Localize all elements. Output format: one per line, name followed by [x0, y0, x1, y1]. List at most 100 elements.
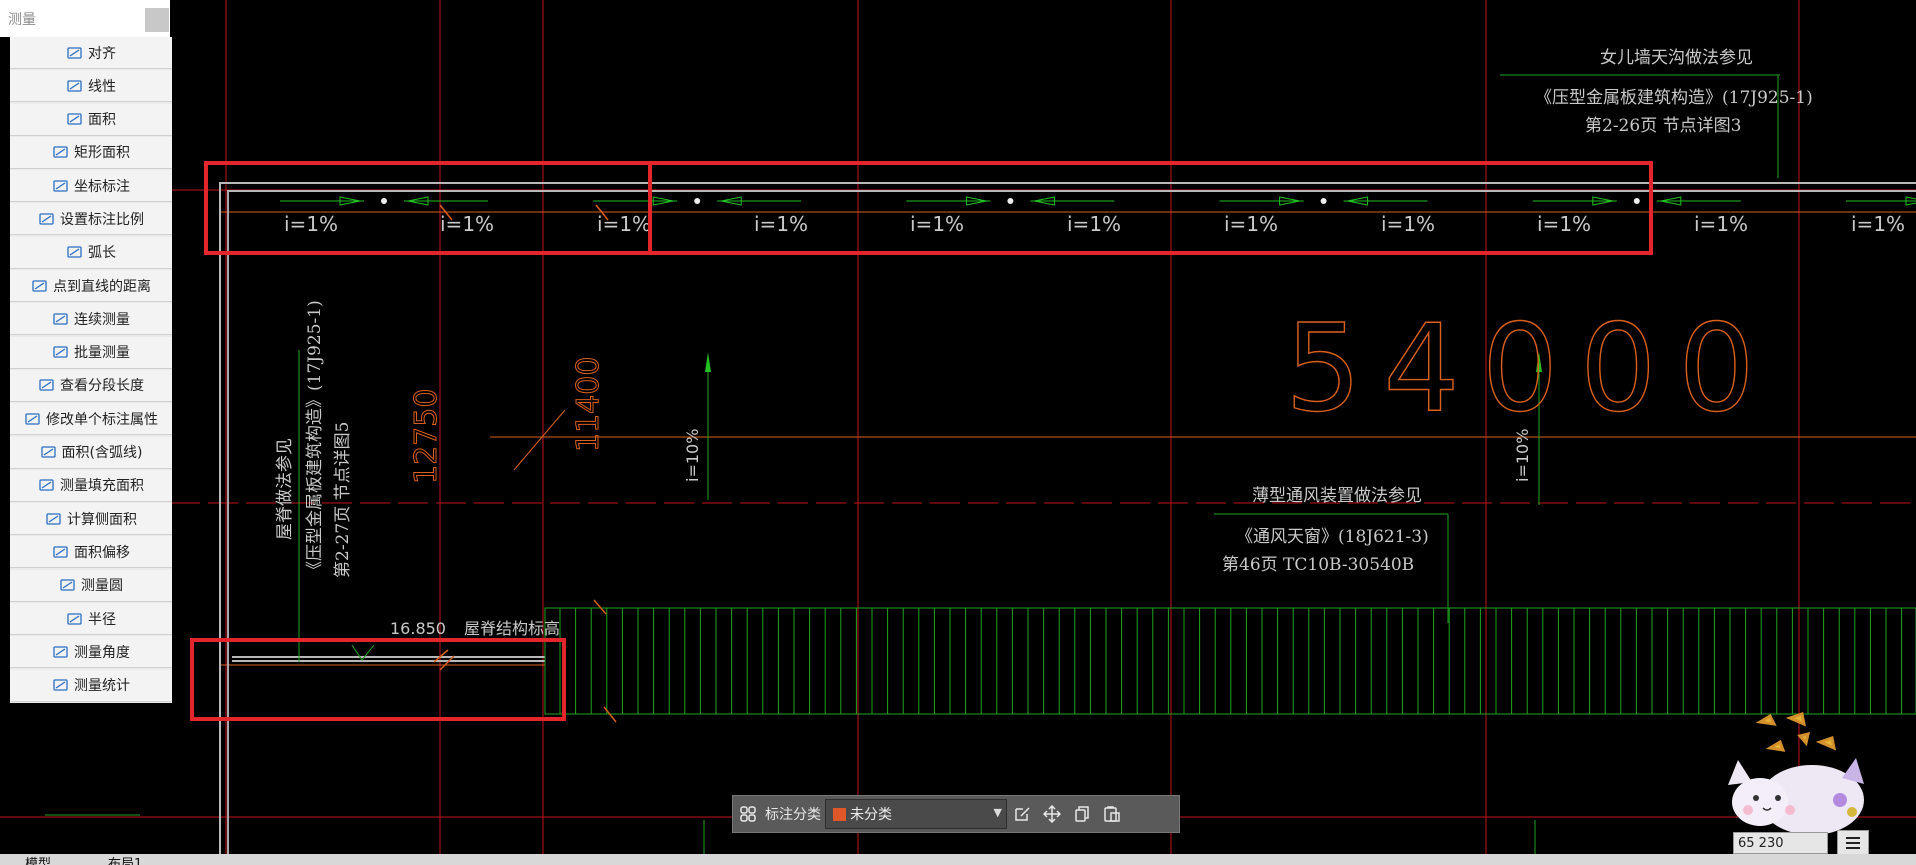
fill-area-icon: [38, 477, 56, 493]
slope-arrow: [1532, 196, 1617, 206]
tool-circle-measure[interactable]: 测量圆: [10, 569, 172, 602]
arc-area-icon: [40, 444, 58, 460]
ridge-note-title: 屋脊做法参见: [275, 438, 295, 540]
tool-batch-measure[interactable]: 批量测量: [10, 336, 172, 369]
coordinate-icon: [52, 178, 70, 194]
chevron-down-icon: ▼: [993, 806, 1002, 819]
slope-label: i=1%: [440, 212, 494, 236]
slope-10-label-b: i=10%: [1513, 429, 1532, 482]
tool-point-line-distance[interactable]: 点到直线的距离: [10, 270, 172, 303]
tool-label: 线性: [88, 78, 116, 95]
slope-label: i=1%: [284, 212, 338, 236]
segment-length-icon: [38, 377, 56, 393]
vent-note-title: 薄型通风装置做法参见: [1252, 486, 1422, 506]
tool-label: 查看分段长度: [60, 378, 144, 395]
tool-continuous-measure[interactable]: 连续测量: [10, 303, 172, 336]
slope-label: i=1%: [1381, 212, 1435, 236]
highlight-ridge-box: [190, 638, 566, 721]
tool-label: 半径: [88, 611, 116, 628]
tool-scale[interactable]: 设置标注比例: [10, 203, 172, 236]
mascot-cat[interactable]: [1728, 712, 1864, 835]
tool-arc-area[interactable]: 面积(含弧线): [10, 436, 172, 469]
tool-label: 测量填充面积: [60, 478, 144, 495]
slope-arrow: [1219, 196, 1304, 206]
point-line-distance-icon: [31, 278, 49, 294]
drain-point: [381, 198, 387, 204]
slope-arrow: [1343, 196, 1428, 206]
scale-icon: [38, 211, 56, 227]
drain-point: [694, 198, 701, 204]
slope-label: i=1%: [597, 212, 651, 236]
arc-length-icon: [66, 244, 84, 260]
slope-arrow: [1656, 196, 1741, 206]
align-measure-icon: [66, 45, 84, 61]
parapet-note-title: 女儿墙天沟做法参见: [1600, 48, 1753, 68]
tool-coordinate[interactable]: 坐标标注: [10, 170, 172, 203]
slope-arrow: [717, 196, 802, 206]
tool-side-area[interactable]: 计算侧面积: [10, 503, 172, 536]
tool-label: 矩形面积: [74, 145, 130, 162]
coordinate-input[interactable]: 65 230: [1733, 832, 1828, 854]
tab-model[interactable]: 模型: [25, 854, 51, 865]
annotation-toolbar: 标注分类 未分类 ▼: [732, 795, 1180, 833]
drain-point: [1633, 198, 1640, 204]
slope-label: i=1%: [1067, 212, 1121, 236]
tool-edit-annotation[interactable]: 修改单个标注属性: [10, 403, 172, 436]
tool-fill-area[interactable]: 测量填充面积: [10, 469, 172, 502]
slope-10-label-a: i=10%: [683, 429, 702, 482]
annotation-category-select[interactable]: 未分类 ▼: [825, 799, 1007, 829]
drain-point: [1007, 198, 1014, 204]
panel-header: 测量: [0, 0, 170, 37]
highlight-gutter-box-full: [204, 161, 1653, 255]
move-icon[interactable]: [1037, 799, 1067, 829]
tool-linear-measure[interactable]: 线性: [10, 70, 172, 103]
big-dimension: 54000: [1285, 300, 1777, 439]
circle-measure-icon: [59, 577, 77, 593]
tool-label: 连续测量: [74, 311, 130, 328]
edit-annotation-icon: [24, 411, 42, 427]
slope-arrow-a: [705, 352, 711, 372]
panel-close-button[interactable]: [145, 8, 169, 32]
grid-icon[interactable]: [733, 799, 763, 829]
copy-icon[interactable]: [1067, 799, 1097, 829]
tool-rect-area[interactable]: 矩形面积: [10, 136, 172, 169]
tool-segment-length[interactable]: 查看分段长度: [10, 369, 172, 402]
tool-angle[interactable]: 测量角度: [10, 636, 172, 669]
area-icon: [66, 111, 84, 127]
batch-measure-icon: [52, 344, 70, 360]
elevation-note: 屋脊结构标高: [464, 619, 560, 638]
linear-measure-icon: [66, 78, 84, 94]
dimension-11400: 11400: [571, 357, 606, 452]
edit-icon[interactable]: [1007, 799, 1037, 829]
tool-arc-length[interactable]: 弧长: [10, 236, 172, 269]
tool-label: 面积(含弧线): [61, 445, 143, 462]
slope-label: i=1%: [910, 212, 964, 236]
dimension-12750: 12750: [409, 389, 444, 484]
slope-arrow: [906, 196, 991, 206]
measurement-tool-list: 对齐线性面积矩形面积坐标标注 设置标注比例弧长点到直线的距离 连续测量批量测量查看分…: [10, 37, 172, 703]
tool-label: 计算侧面积: [67, 511, 137, 528]
highlight-gutter-box: [204, 161, 652, 255]
tool-area[interactable]: 面积: [10, 103, 172, 136]
tool-radius[interactable]: 半径: [10, 603, 172, 636]
paste-icon[interactable]: [1097, 799, 1127, 829]
slope-arrow: [1846, 196, 1916, 206]
slope-arrow: [593, 196, 678, 206]
tool-area-offset[interactable]: 面积偏移: [10, 536, 172, 569]
slope-arrow: [1030, 196, 1115, 206]
continuous-measure-icon: [52, 311, 70, 327]
tool-label: 弧长: [88, 245, 116, 262]
wall-outline: [219, 182, 1916, 865]
tool-statistics[interactable]: 测量统计: [10, 669, 172, 702]
tool-label: 修改单个标注属性: [46, 411, 158, 428]
drawing-canvas[interactable]: i=1% i=1% i=1% i=1% i=1% i=1% i=1% i=1% i=1% i=1%…: [0, 0, 1916, 865]
area-offset-icon: [52, 544, 70, 560]
panel-title: 测量: [8, 11, 36, 28]
ridge-note-ref: 《压型金属板建筑构造》(17J925-1): [305, 300, 325, 578]
menu-icon[interactable]: [1837, 830, 1869, 856]
tool-align-measure[interactable]: 对齐: [10, 37, 172, 69]
tool-label: 测量统计: [74, 678, 130, 695]
tab-layout1[interactable]: 布局1: [108, 854, 142, 865]
tool-label: 点到直线的距离: [53, 278, 151, 295]
parapet-note-ref: 《压型金属板建筑构造》(17J925-1): [1535, 88, 1813, 108]
